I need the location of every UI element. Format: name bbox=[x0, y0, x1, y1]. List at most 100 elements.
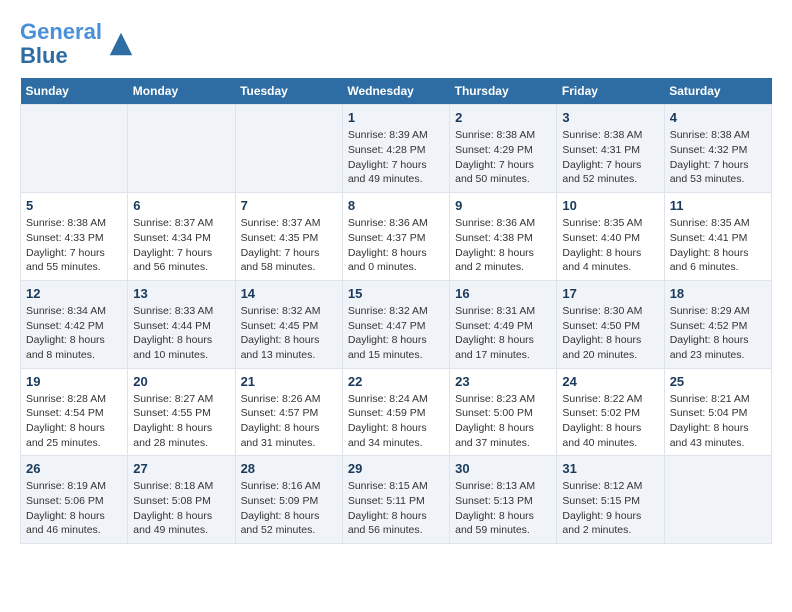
day-number: 30 bbox=[455, 461, 551, 476]
calendar-week-1: 1Sunrise: 8:39 AM Sunset: 4:28 PM Daylig… bbox=[21, 105, 772, 193]
day-number: 13 bbox=[133, 286, 229, 301]
page-header: GeneralBlue bbox=[20, 20, 772, 68]
day-info: Sunrise: 8:12 AM Sunset: 5:15 PM Dayligh… bbox=[562, 479, 658, 538]
day-number: 6 bbox=[133, 198, 229, 213]
calendar-cell: 8 Sunrise: 8:36 AM Sunset: 4:37 PM Daylig… bbox=[342, 193, 449, 281]
calendar-cell: 19 Sunrise: 8:28 AM Sunset: 4:54 PM Dayli… bbox=[21, 368, 128, 456]
day-number: 4 bbox=[670, 110, 766, 125]
calendar-cell: 22 Sunrise: 8:24 AM Sunset: 4:59 PM Dayli… bbox=[342, 368, 449, 456]
day-number: 10 bbox=[562, 198, 658, 213]
day-number: 19 bbox=[26, 374, 122, 389]
day-number: 16 bbox=[455, 286, 551, 301]
calendar-cell: 18 Sunrise: 8:29 AM Sunset: 4:52 PM Dayli… bbox=[664, 280, 771, 368]
day-info: Sunrise: 8:26 AM Sunset: 4:57 PM Dayligh… bbox=[241, 392, 337, 451]
calendar-week-2: 5 Sunrise: 8:38 AM Sunset: 4:33 PM Daylig… bbox=[21, 193, 772, 281]
day-number: 1 bbox=[348, 110, 444, 125]
day-header-wednesday: Wednesday bbox=[342, 78, 449, 105]
calendar-cell: 7 Sunrise: 8:37 AM Sunset: 4:35 PM Daylig… bbox=[235, 193, 342, 281]
calendar-week-5: 26 Sunrise: 8:19 AM Sunset: 5:06 PM Dayli… bbox=[21, 456, 772, 544]
calendar-cell: 9 Sunrise: 8:36 AM Sunset: 4:38 PM Daylig… bbox=[450, 193, 557, 281]
day-info: Sunrise: 8:13 AM Sunset: 5:13 PM Dayligh… bbox=[455, 479, 551, 538]
calendar-cell: 2 Sunrise: 8:38 AM Sunset: 4:29 PM Daylig… bbox=[450, 105, 557, 193]
day-info: Sunrise: 8:18 AM Sunset: 5:08 PM Dayligh… bbox=[133, 479, 229, 538]
day-info: Sunrise: 8:36 AM Sunset: 4:37 PM Dayligh… bbox=[348, 216, 444, 275]
calendar-table: SundayMondayTuesdayWednesdayThursdayFrid… bbox=[20, 78, 772, 544]
calendar-cell bbox=[235, 105, 342, 193]
calendar-week-3: 12 Sunrise: 8:34 AM Sunset: 4:42 PM Dayli… bbox=[21, 280, 772, 368]
day-number: 5 bbox=[26, 198, 122, 213]
day-number: 3 bbox=[562, 110, 658, 125]
logo-text: GeneralBlue bbox=[20, 20, 102, 68]
day-info: Sunrise: 8:38 AM Sunset: 4:31 PM Dayligh… bbox=[562, 128, 658, 187]
day-info: Sunrise: 8:37 AM Sunset: 4:34 PM Dayligh… bbox=[133, 216, 229, 275]
day-info: Sunrise: 8:21 AM Sunset: 5:04 PM Dayligh… bbox=[670, 392, 766, 451]
day-number: 24 bbox=[562, 374, 658, 389]
day-number: 20 bbox=[133, 374, 229, 389]
calendar-cell: 28 Sunrise: 8:16 AM Sunset: 5:09 PM Dayli… bbox=[235, 456, 342, 544]
day-info: Sunrise: 8:32 AM Sunset: 4:45 PM Dayligh… bbox=[241, 304, 337, 363]
calendar-cell: 21 Sunrise: 8:26 AM Sunset: 4:57 PM Dayli… bbox=[235, 368, 342, 456]
calendar-cell: 23 Sunrise: 8:23 AM Sunset: 5:00 PM Dayli… bbox=[450, 368, 557, 456]
calendar-cell: 20Sunrise: 8:27 AM Sunset: 4:55 PM Dayli… bbox=[128, 368, 235, 456]
calendar-cell: 10 Sunrise: 8:35 AM Sunset: 4:40 PM Dayli… bbox=[557, 193, 664, 281]
day-header-thursday: Thursday bbox=[450, 78, 557, 105]
day-number: 15 bbox=[348, 286, 444, 301]
day-info: Sunrise: 8:37 AM Sunset: 4:35 PM Dayligh… bbox=[241, 216, 337, 275]
day-number: 25 bbox=[670, 374, 766, 389]
day-info: Sunrise: 8:30 AM Sunset: 4:50 PM Dayligh… bbox=[562, 304, 658, 363]
calendar-week-4: 19 Sunrise: 8:28 AM Sunset: 4:54 PM Dayli… bbox=[21, 368, 772, 456]
day-number: 2 bbox=[455, 110, 551, 125]
day-info: Sunrise: 8:32 AM Sunset: 4:47 PM Dayligh… bbox=[348, 304, 444, 363]
day-info: Sunrise: 8:16 AM Sunset: 5:09 PM Dayligh… bbox=[241, 479, 337, 538]
calendar-cell bbox=[664, 456, 771, 544]
day-number: 8 bbox=[348, 198, 444, 213]
day-header-sunday: Sunday bbox=[21, 78, 128, 105]
calendar-cell: 3 Sunrise: 8:38 AM Sunset: 4:31 PM Daylig… bbox=[557, 105, 664, 193]
calendar-cell: 13 Sunrise: 8:33 AM Sunset: 4:44 PM Dayli… bbox=[128, 280, 235, 368]
day-info: Sunrise: 8:34 AM Sunset: 4:42 PM Dayligh… bbox=[26, 304, 122, 363]
day-number: 14 bbox=[241, 286, 337, 301]
calendar-cell bbox=[21, 105, 128, 193]
day-number: 18 bbox=[670, 286, 766, 301]
logo-icon bbox=[106, 29, 136, 59]
calendar-cell: 6 Sunrise: 8:37 AM Sunset: 4:34 PM Daylig… bbox=[128, 193, 235, 281]
day-info: Sunrise: 8:19 AM Sunset: 5:06 PM Dayligh… bbox=[26, 479, 122, 538]
day-info: Sunrise: 8:36 AM Sunset: 4:38 PM Dayligh… bbox=[455, 216, 551, 275]
day-info: Sunrise: 8:35 AM Sunset: 4:40 PM Dayligh… bbox=[562, 216, 658, 275]
calendar-cell: 24 Sunrise: 8:22 AM Sunset: 5:02 PM Dayli… bbox=[557, 368, 664, 456]
day-number: 23 bbox=[455, 374, 551, 389]
day-info: Sunrise: 8:23 AM Sunset: 5:00 PM Dayligh… bbox=[455, 392, 551, 451]
day-info: Sunrise: 8:22 AM Sunset: 5:02 PM Dayligh… bbox=[562, 392, 658, 451]
calendar-cell: 30 Sunrise: 8:13 AM Sunset: 5:13 PM Dayli… bbox=[450, 456, 557, 544]
day-info: Sunrise: 8:28 AM Sunset: 4:54 PM Dayligh… bbox=[26, 392, 122, 451]
day-number: 29 bbox=[348, 461, 444, 476]
day-header-saturday: Saturday bbox=[664, 78, 771, 105]
day-number: 9 bbox=[455, 198, 551, 213]
day-info: Sunrise: 8:35 AM Sunset: 4:41 PM Dayligh… bbox=[670, 216, 766, 275]
logo: GeneralBlue bbox=[20, 20, 136, 68]
day-header-monday: Monday bbox=[128, 78, 235, 105]
day-number: 28 bbox=[241, 461, 337, 476]
calendar-cell: 5 Sunrise: 8:38 AM Sunset: 4:33 PM Daylig… bbox=[21, 193, 128, 281]
calendar-cell: 25 Sunrise: 8:21 AM Sunset: 5:04 PM Dayli… bbox=[664, 368, 771, 456]
day-info: Sunrise: 8:38 AM Sunset: 4:32 PM Dayligh… bbox=[670, 128, 766, 187]
calendar-cell: 1Sunrise: 8:39 AM Sunset: 4:28 PM Daylig… bbox=[342, 105, 449, 193]
calendar-cell: 14 Sunrise: 8:32 AM Sunset: 4:45 PM Dayli… bbox=[235, 280, 342, 368]
day-number: 21 bbox=[241, 374, 337, 389]
day-info: Sunrise: 8:24 AM Sunset: 4:59 PM Dayligh… bbox=[348, 392, 444, 451]
day-info: Sunrise: 8:38 AM Sunset: 4:29 PM Dayligh… bbox=[455, 128, 551, 187]
day-number: 7 bbox=[241, 198, 337, 213]
day-number: 12 bbox=[26, 286, 122, 301]
calendar-cell bbox=[128, 105, 235, 193]
day-header-tuesday: Tuesday bbox=[235, 78, 342, 105]
day-number: 22 bbox=[348, 374, 444, 389]
calendar-cell: 4 Sunrise: 8:38 AM Sunset: 4:32 PM Daylig… bbox=[664, 105, 771, 193]
day-number: 27 bbox=[133, 461, 229, 476]
day-header-friday: Friday bbox=[557, 78, 664, 105]
day-info: Sunrise: 8:15 AM Sunset: 5:11 PM Dayligh… bbox=[348, 479, 444, 538]
day-info: Sunrise: 8:29 AM Sunset: 4:52 PM Dayligh… bbox=[670, 304, 766, 363]
day-number: 26 bbox=[26, 461, 122, 476]
day-info: Sunrise: 8:38 AM Sunset: 4:33 PM Dayligh… bbox=[26, 216, 122, 275]
calendar-cell: 11Sunrise: 8:35 AM Sunset: 4:41 PM Dayli… bbox=[664, 193, 771, 281]
day-info: Sunrise: 8:33 AM Sunset: 4:44 PM Dayligh… bbox=[133, 304, 229, 363]
